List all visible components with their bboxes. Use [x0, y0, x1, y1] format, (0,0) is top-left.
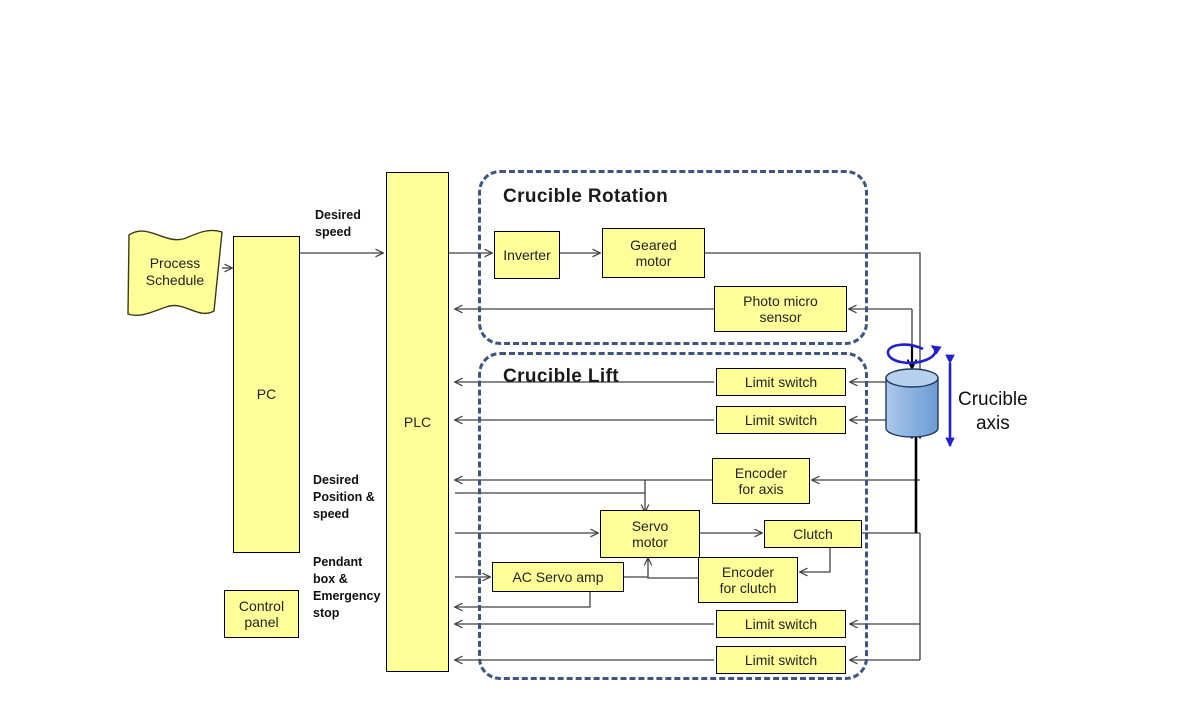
crucible-axis-line2: axis — [975, 412, 1010, 434]
limit-switch-4-label: Limit switch — [744, 651, 818, 668]
limit-switch-3-label: Limit switch — [744, 615, 818, 632]
pendant-line4: stop — [313, 605, 340, 620]
block-pc-label: PC — [256, 386, 277, 403]
crucible-cylinder — [885, 368, 939, 438]
desired-pos-line1: Desired — [313, 473, 359, 487]
pendant-line2: box & — [313, 571, 348, 586]
block-encoder-for-axis[interactable]: Encoder for axis — [712, 458, 810, 504]
desired-pos-line2: Position & — [313, 489, 375, 504]
servo-motor-line2: motor — [632, 534, 668, 550]
desired-pos-line3: speed — [313, 506, 350, 521]
photo-micro-line2: sensor — [759, 309, 802, 325]
block-encoder-for-clutch[interactable]: Encoder for clutch — [698, 557, 798, 603]
block-inverter[interactable]: Inverter — [494, 231, 560, 279]
group-title-crucible-lift: Crucible Lift — [503, 366, 620, 387]
block-servo-motor[interactable]: Servo motor — [600, 510, 700, 558]
connector-lines — [222, 0, 1190, 719]
block-clutch[interactable]: Clutch — [764, 520, 862, 548]
edge-label-desired-speed: Desired speed — [315, 207, 361, 241]
limit-switch-1-label: Limit switch — [744, 373, 818, 390]
servo-motor-line1: Servo — [631, 517, 669, 534]
control-panel-line2: panel — [244, 614, 279, 630]
encoder-clutch-line1: Encoder — [721, 563, 775, 580]
block-plc[interactable]: PLC — [386, 172, 449, 672]
block-photo-micro-sensor[interactable]: Photo micro sensor — [714, 286, 847, 332]
block-plc-label: PLC — [403, 413, 432, 430]
crucible-axis-label: Crucible axis — [958, 388, 1028, 436]
block-pc[interactable]: PC — [233, 236, 300, 553]
encoder-clutch-line2: for clutch — [719, 580, 777, 596]
geared-motor-line1: Geared — [630, 236, 677, 253]
desired-speed-line1: Desired — [315, 208, 361, 222]
limit-switch-2-label: Limit switch — [744, 411, 818, 428]
edge-label-desired-position-speed: Desired Position & speed — [313, 472, 375, 523]
block-limit-switch-4[interactable]: Limit switch — [716, 646, 846, 674]
process-schedule-banner — [127, 229, 223, 316]
inverter-label: Inverter — [503, 246, 551, 263]
block-ac-servo-amp[interactable]: AC Servo amp — [492, 562, 624, 592]
encoder-axis-line2: for axis — [738, 481, 784, 497]
clutch-label: Clutch — [793, 525, 833, 542]
block-control-panel[interactable]: Control panel — [224, 590, 299, 638]
process-schedule-line1: Process — [149, 255, 201, 272]
process-schedule-line2: Schedule — [145, 272, 205, 288]
diagram-canvas: Crucible Rotation Crucible Lift Process … — [0, 0, 1190, 719]
block-limit-switch-3[interactable]: Limit switch — [716, 610, 846, 638]
pendant-line1: Pendant — [313, 555, 363, 569]
control-panel-line1: Control — [238, 597, 285, 614]
crucible-axis-line1: Crucible — [958, 389, 1028, 410]
group-title-crucible-rotation: Crucible Rotation — [503, 186, 669, 207]
edge-label-pendant-emergency-stop: Pendant box & Emergency stop — [313, 554, 380, 622]
pendant-line3: Emergency — [313, 588, 381, 603]
block-geared-motor[interactable]: Geared motor — [602, 228, 705, 278]
desired-speed-line2: speed — [315, 224, 352, 239]
block-limit-switch-1[interactable]: Limit switch — [716, 368, 846, 396]
encoder-axis-line1: Encoder — [734, 464, 788, 481]
ac-servo-amp-label: AC Servo amp — [512, 568, 604, 585]
process-schedule-label: Process Schedule — [129, 246, 221, 298]
block-limit-switch-2[interactable]: Limit switch — [716, 406, 846, 434]
photo-micro-line1: Photo micro — [743, 292, 818, 309]
geared-motor-line2: motor — [635, 253, 672, 269]
